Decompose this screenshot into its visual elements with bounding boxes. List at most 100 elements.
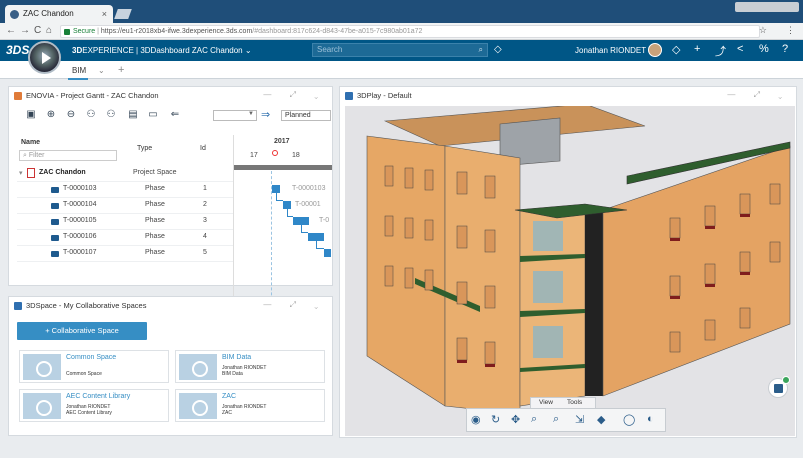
secure-label: Secure xyxy=(73,28,96,35)
panel-controls[interactable]: — ⤢ ⌄ xyxy=(263,90,326,100)
collab-panel-title: 3DSpace - My Collaborative Spaces xyxy=(26,301,147,310)
people-icon[interactable]: ⚇ xyxy=(85,109,97,121)
browser-tab[interactable]: ZAC Chandon × xyxy=(5,5,113,23)
tab-bim[interactable]: BIM ⌄ + xyxy=(72,64,124,76)
arrow-right-icon[interactable]: ⇒ xyxy=(261,108,270,121)
scale-select[interactable]: ▼ xyxy=(213,110,257,121)
gantt-link xyxy=(301,225,308,233)
new-tab-button[interactable] xyxy=(114,9,132,19)
panel-controls[interactable]: — ⤢ ⌄ xyxy=(727,90,790,100)
space-icon xyxy=(23,393,61,419)
space-icon xyxy=(23,354,61,380)
phase-icon xyxy=(51,251,59,257)
row-id: 4 xyxy=(203,233,207,240)
space-title[interactable]: Common Space xyxy=(66,354,116,361)
filter-input[interactable]: ⌕ Filter xyxy=(19,150,117,161)
row-type: Phase xyxy=(145,185,165,192)
section-icon[interactable]: ◯ xyxy=(623,413,635,426)
table-row[interactable]: T-0000103 Phase 1 xyxy=(17,182,233,198)
zoom-in-icon[interactable]: ⊕ xyxy=(45,109,57,121)
reload-icon[interactable]: C xyxy=(34,25,41,36)
search-input[interactable]: Search ⌕ xyxy=(312,43,488,57)
app-title[interactable]: 3DEXPERIENCE | 3DDashboard ZAC Chandon ⌄ xyxy=(72,46,252,55)
select-icon[interactable]: ⇲ xyxy=(575,413,584,426)
gantt-bar[interactable] xyxy=(293,217,309,225)
project-summary-bar[interactable] xyxy=(234,165,332,170)
3d-viewport[interactable] xyxy=(345,103,795,436)
user-name[interactable]: Jonathan RIONDET xyxy=(575,46,646,55)
space-card[interactable]: Common Space Common Space xyxy=(19,350,169,383)
table-row[interactable]: T-0000107 Phase 5 xyxy=(17,246,233,262)
table-row[interactable]: T-0000105 Phase 3 xyxy=(17,214,233,230)
chevron-down-icon[interactable]: ⌄ xyxy=(98,66,105,75)
home-icon[interactable]: ⌂ xyxy=(46,25,52,36)
print-icon[interactable]: ▭ xyxy=(147,109,159,121)
space-card[interactable]: AEC Content Library Jonathan RIONDET AEC… xyxy=(19,389,169,422)
avatar[interactable] xyxy=(648,43,662,57)
table-row[interactable]: T-0000104 Phase 2 xyxy=(17,198,233,214)
space-title[interactable]: ZAC xyxy=(222,393,236,400)
row-type: Phase xyxy=(145,249,165,256)
zoom-box-icon[interactable]: ⌕ xyxy=(553,413,559,426)
render-mode-icon[interactable]: ◐ xyxy=(647,413,654,425)
gantt-bar-label: T-0000103 xyxy=(292,185,326,192)
space-subtitle: ZAC xyxy=(222,410,232,416)
measure-floating-button[interactable] xyxy=(768,376,790,398)
compass-icon[interactable] xyxy=(28,41,61,74)
back-icon[interactable]: ← xyxy=(6,25,16,36)
add-icon[interactable]: + xyxy=(694,43,700,55)
forward-share-icon[interactable]: ⤴ xyxy=(715,43,726,59)
tab-view[interactable]: View xyxy=(539,399,553,406)
row-name: ZAC Chandon xyxy=(39,169,86,176)
zoom-out-icon[interactable]: ⊖ xyxy=(65,109,77,121)
col-id-header[interactable]: Id xyxy=(200,145,206,152)
tools-icon[interactable]: % xyxy=(759,43,769,55)
gantt-bar[interactable] xyxy=(283,201,291,209)
table-row[interactable]: T-0000106 Phase 4 xyxy=(17,230,233,246)
share-icon[interactable]: ◇ xyxy=(672,43,680,56)
window-controls[interactable] xyxy=(735,2,799,12)
add-tab-button[interactable]: + xyxy=(118,64,124,76)
gantt-bar[interactable] xyxy=(324,249,331,257)
add-collaborative-space-button[interactable]: + Collaborative Space xyxy=(17,322,147,340)
rotate-icon[interactable]: ↻ xyxy=(491,413,500,426)
space-card[interactable]: ZAC Jonathan RIONDET ZAC xyxy=(175,389,325,422)
space-title[interactable]: BIM Data xyxy=(222,354,251,361)
help-icon[interactable]: ? xyxy=(782,43,788,55)
fit-icon[interactable]: ▣ xyxy=(25,109,37,121)
col-type-header[interactable]: Type xyxy=(137,145,152,152)
row-id: 3 xyxy=(203,217,207,224)
close-tab-icon[interactable]: × xyxy=(102,5,107,23)
row-name: T-0000103 xyxy=(63,185,97,192)
connect-icon[interactable]: < xyxy=(737,43,743,55)
table-row[interactable]: ▾ ZAC Chandon Project Space xyxy=(17,166,233,182)
expand-icon[interactable]: ▾ xyxy=(19,169,23,177)
timeline-week: 18 xyxy=(292,152,300,159)
status-select[interactable]: Planned xyxy=(281,110,331,121)
space-card[interactable]: BIM Data Jonathan RIONDET BIM Data xyxy=(175,350,325,383)
list-icon[interactable]: ▤ xyxy=(127,109,139,121)
space-title[interactable]: AEC Content Library xyxy=(66,393,130,400)
browser-menu-icon[interactable]: ⋮ xyxy=(786,25,795,36)
3dplay-panel-title: 3DPlay - Default xyxy=(357,91,412,100)
tab-tools[interactable]: Tools xyxy=(567,399,582,406)
search-icon[interactable]: ⌕ xyxy=(479,44,483,56)
panel-controls[interactable]: — ⤢ ⌄ xyxy=(263,300,326,310)
gantt-link xyxy=(316,241,324,249)
bookmark-star-icon[interactable]: ☆ xyxy=(759,25,767,36)
tag-icon[interactable]: ◇ xyxy=(494,44,502,55)
gantt-toolbar: ▣ ⊕ ⊖ ⚇ ⚇ ▤ ▭ ⇐ ▼ ⇒ Planned xyxy=(23,109,333,125)
pan-icon[interactable]: ✥ xyxy=(511,413,520,426)
col-name-header[interactable]: Name xyxy=(21,139,40,146)
view-cube-icon[interactable]: ◆ xyxy=(597,413,605,426)
people-settings-icon[interactable]: ⚇ xyxy=(105,109,117,121)
arrow-left-icon[interactable]: ⇐ xyxy=(169,109,181,121)
forward-icon[interactable]: → xyxy=(20,25,30,36)
zoom-icon[interactable]: ⌕ xyxy=(531,413,537,426)
timeline-week: 17 xyxy=(250,152,258,159)
url-field[interactable]: Secure | https://eu1-r2018xb4-ifwe.3dexp… xyxy=(60,25,760,38)
compass-toggle-icon[interactable]: ◉ xyxy=(471,413,481,426)
gantt-bar[interactable] xyxy=(308,233,324,241)
gantt-bar[interactable] xyxy=(272,185,280,193)
phase-icon xyxy=(51,235,59,241)
